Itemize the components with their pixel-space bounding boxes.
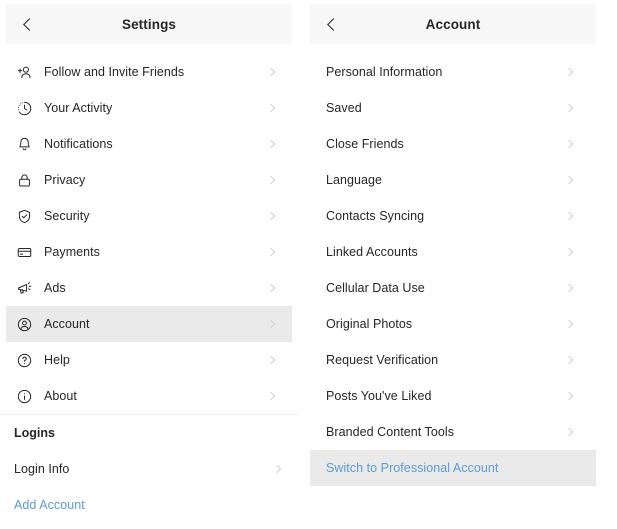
account-item-saved[interactable]: Saved [310,90,596,126]
chevron-right-icon [266,211,276,221]
chevron-right-icon [564,67,574,77]
account-item-close-friends[interactable]: Close Friends [310,126,596,162]
settings-item-label: Security [44,209,90,223]
account-nav-header: Account [310,4,596,44]
settings-item-label: About [44,389,77,403]
account-item-original-photos[interactable]: Original Photos [310,306,596,342]
account-item-posts-you-ve-liked[interactable]: Posts You've Liked [310,378,596,414]
bell-icon [6,136,40,153]
chevron-right-icon [564,175,574,185]
settings-item-help[interactable]: Help [6,342,292,378]
chevron-right-icon [266,283,276,293]
settings-item-notifications[interactable]: Notifications [6,126,292,162]
account-item-linked-accounts[interactable]: Linked Accounts [310,234,596,270]
chevron-right-icon [564,283,574,293]
chevron-left-icon [326,17,340,31]
chevron-right-icon [266,391,276,401]
chevron-right-icon [564,211,574,221]
settings-item-label: Account [44,317,90,331]
settings-list: Follow and Invite Friends Your Activity No… [0,54,298,414]
account-back-button[interactable] [310,4,356,44]
chevron-right-icon [266,175,276,185]
settings-item-label: Ads [44,281,66,295]
chevron-right-icon [266,319,276,329]
settings-back-button[interactable] [6,4,52,44]
chevron-right-icon [564,391,574,401]
activity-clock-icon [6,100,40,117]
account-panel: Account Personal Information Saved Close F… [310,0,617,529]
account-item-label: Linked Accounts [326,245,418,259]
settings-item-ads[interactable]: Ads [6,270,292,306]
chevron-right-icon [564,103,574,113]
settings-item-label: Help [44,353,70,367]
account-item-label: Original Photos [326,317,413,331]
account-item-request-verification[interactable]: Request Verification [310,342,596,378]
account-item-label: Switch to Professional Account [326,461,499,475]
chevron-right-icon [564,355,574,365]
info-circle-icon [6,388,40,405]
chevron-right-icon [564,427,574,437]
settings-item-security[interactable]: Security [6,198,292,234]
account-item-label: Contacts Syncing [326,209,425,223]
account-item-label: Personal Information [326,65,443,79]
chevron-right-icon [266,103,276,113]
settings-nav-header: Settings [6,4,292,44]
logins-list: Login Info Add Account [0,451,298,523]
megaphone-icon [6,280,40,297]
person-add-icon [6,64,40,81]
settings-item-label: Follow and Invite Friends [44,65,185,79]
account-item-label: Close Friends [326,137,404,151]
settings-panel: Settings Follow and Invite Friends Your A… [0,0,298,529]
chevron-right-icon [266,67,276,77]
settings-item-label: Notifications [44,137,113,151]
account-item-branded-content-tools[interactable]: Branded Content Tools [310,414,596,450]
settings-item-payments[interactable]: Payments [6,234,292,270]
chevron-right-icon [272,464,282,474]
account-item-label: Saved [326,101,362,115]
account-item-language[interactable]: Language [310,162,596,198]
account-item-label: Language [326,173,383,187]
settings-item-label: Your Activity [44,101,113,115]
settings-item-privacy[interactable]: Privacy [6,162,292,198]
settings-list-top-spacer [0,44,298,54]
chevron-right-icon [564,247,574,257]
logins-item-add-account[interactable]: Add Account [0,487,298,523]
settings-item-your-activity[interactable]: Your Activity [6,90,292,126]
account-item-contacts-syncing[interactable]: Contacts Syncing [310,198,596,234]
question-circle-icon [6,352,40,369]
logins-section-header: Logins [14,426,55,440]
shield-check-icon [6,208,40,225]
account-item-cellular-data-use[interactable]: Cellular Data Use [310,270,596,306]
account-item-label: Posts You've Liked [326,389,432,403]
account-item-label: Request Verification [326,353,439,367]
settings-item-label: Privacy [44,173,86,187]
logins-item-login-info[interactable]: Login Info [0,451,298,487]
chevron-right-icon [266,355,276,365]
logins-item-label: Login Info [14,462,70,476]
settings-item-account[interactable]: Account [6,306,292,342]
logins-item-label: Add Account [14,498,85,512]
chevron-right-icon [564,319,574,329]
settings-screen: Settings Follow and Invite Friends Your A… [0,0,617,529]
lock-icon [6,172,40,189]
chevron-right-icon [564,139,574,149]
account-item-label: Branded Content Tools [326,425,454,439]
settings-item-label: Payments [44,245,100,259]
chevron-left-icon [22,17,36,31]
account-item-label: Cellular Data Use [326,281,425,295]
settings-item-follow-and-invite-friends[interactable]: Follow and Invite Friends [6,54,292,90]
chevron-right-icon [266,247,276,257]
account-item-personal-information[interactable]: Personal Information [310,54,596,90]
user-circle-icon [6,316,40,333]
account-list-top-spacer [310,44,617,54]
chevron-right-icon [266,139,276,149]
account-item-switch-to-professional-account[interactable]: Switch to Professional Account [310,450,596,486]
account-list: Personal Information Saved Close Friends La… [310,54,617,486]
credit-card-icon [6,244,40,261]
settings-item-about[interactable]: About [6,378,292,414]
